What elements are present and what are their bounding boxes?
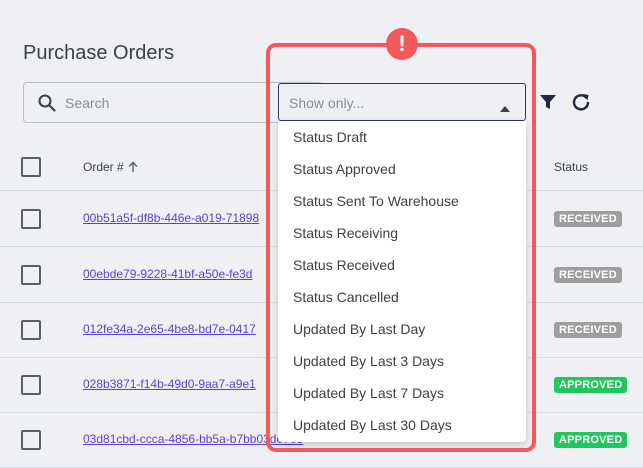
filter-icon[interactable] bbox=[539, 94, 557, 115]
menu-item-status-receiving[interactable]: Status Receiving bbox=[278, 217, 526, 249]
menu-item-updated-last-day[interactable]: Updated By Last Day bbox=[278, 313, 526, 345]
row-checkbox[interactable] bbox=[21, 320, 41, 340]
select-placeholder: Show only... bbox=[289, 95, 365, 111]
refresh-icon[interactable] bbox=[571, 92, 591, 117]
menu-item-status-sent-to-warehouse[interactable]: Status Sent To Warehouse bbox=[278, 185, 526, 217]
row-checkbox[interactable] bbox=[21, 375, 41, 395]
menu-item-status-approved[interactable]: Status Approved bbox=[278, 153, 526, 185]
order-link[interactable]: 012fe34a-2e65-4be8-bd7e-0417 bbox=[83, 322, 256, 336]
page-title: Purchase Orders bbox=[23, 42, 175, 64]
menu-item-status-cancelled[interactable]: Status Cancelled bbox=[278, 281, 526, 313]
row-checkbox[interactable] bbox=[21, 265, 41, 285]
menu-item-status-received[interactable]: Status Received bbox=[278, 249, 526, 281]
menu-item-updated-last-7-days[interactable]: Updated By Last 7 Days bbox=[278, 377, 526, 409]
row-checkbox[interactable] bbox=[21, 430, 41, 450]
sort-arrow-up-icon[interactable] bbox=[128, 160, 138, 178]
column-header-order[interactable]: Order # bbox=[83, 160, 124, 174]
status-badge: RECEIVED bbox=[554, 211, 622, 227]
menu-item-status-draft[interactable]: Status Draft bbox=[278, 121, 526, 153]
show-only-select[interactable]: Show only... bbox=[278, 83, 526, 121]
order-link[interactable]: 03d81cbd-ccca-4856-bb5a-b7bb03de709 bbox=[83, 432, 303, 446]
caret-up-icon bbox=[500, 99, 510, 117]
alert-icon: ! bbox=[386, 28, 418, 60]
select-all-checkbox[interactable] bbox=[21, 157, 41, 177]
order-link[interactable]: 00b51a5f-df8b-446e-a019-71898 bbox=[83, 211, 259, 225]
menu-item-updated-last-3-days[interactable]: Updated By Last 3 Days bbox=[278, 345, 526, 377]
row-checkbox[interactable] bbox=[21, 209, 41, 229]
order-link[interactable]: 028b3871-f14b-49d0-9aa7-a9e1 bbox=[83, 377, 256, 391]
menu-item-updated-last-30-days[interactable]: Updated By Last 30 Days bbox=[278, 409, 526, 441]
show-only-dropdown-menu: Status Draft Status Approved Status Sent… bbox=[278, 121, 526, 442]
status-badge: RECEIVED bbox=[554, 322, 622, 338]
status-badge: APPROVED bbox=[554, 377, 628, 393]
search-icon bbox=[38, 94, 56, 117]
status-badge: RECEIVED bbox=[554, 267, 622, 283]
status-badge: APPROVED bbox=[554, 432, 628, 448]
search-placeholder: Search bbox=[65, 95, 110, 111]
order-link[interactable]: 00ebde79-9228-41bf-a50e-fe3d bbox=[83, 267, 252, 281]
column-header-status[interactable]: Status bbox=[554, 160, 588, 174]
